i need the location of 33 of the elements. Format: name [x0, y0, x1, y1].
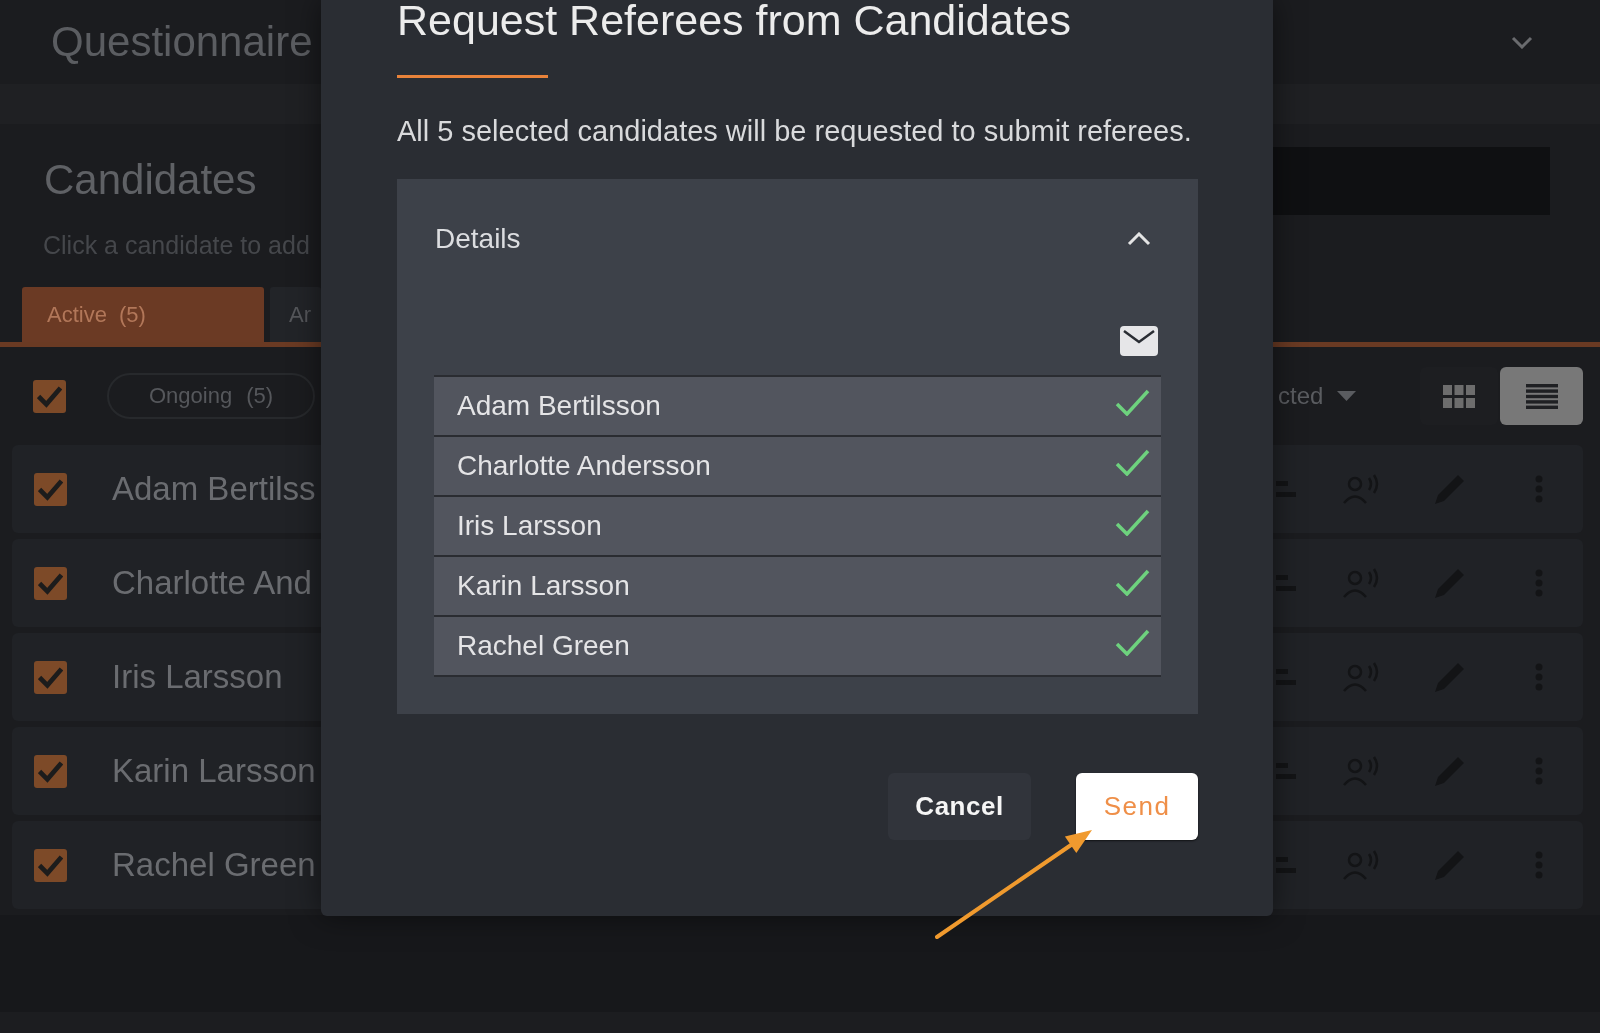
row-checkbox[interactable] — [34, 566, 67, 600]
candidate-name: Rachel Green — [112, 846, 316, 884]
search-field[interactable] — [1273, 147, 1550, 215]
list-icon — [1525, 383, 1558, 409]
page-title: Questionnaire — [50, 18, 314, 66]
recipient-name: Charlotte Andersson — [457, 450, 711, 482]
row-checkbox[interactable] — [34, 848, 67, 882]
tab[interactable]: Active (5) — [22, 287, 264, 342]
select-all-checkbox[interactable] — [33, 379, 66, 413]
candidate-name: Adam Bertilss — [112, 470, 316, 508]
filter-chip[interactable]: Ongoing (5) — [107, 373, 315, 419]
dialog-message: All 5 selected candidates will be requested to submit referees. — [397, 114, 1193, 148]
dialog-title: Request Referees from Candidates — [397, 0, 1073, 42]
row-checkbox[interactable] — [34, 660, 67, 694]
sort-dropdown[interactable]: cted — [1278, 382, 1357, 410]
recipient-name: Iris Larsson — [457, 510, 602, 542]
section-title: Candidates — [44, 157, 258, 203]
send-button[interactable]: Send — [1076, 773, 1198, 840]
cancel-button[interactable]: Cancel — [888, 773, 1031, 840]
row-checkbox[interactable] — [34, 754, 67, 788]
row-checkbox[interactable] — [34, 472, 67, 506]
details-toggle[interactable]: Details — [434, 219, 1161, 259]
list-view-button[interactable] — [1500, 367, 1583, 425]
recipient-name: Rachel Green — [457, 630, 630, 662]
recipient-name: Karin Larsson — [457, 570, 630, 602]
caret-icon — [1337, 391, 1357, 401]
grid-icon — [1443, 384, 1475, 408]
envelope-icon — [1120, 326, 1158, 356]
candidate-name: Iris Larsson — [112, 658, 283, 696]
candidate-name: Karin Larsson — [112, 752, 316, 790]
recipient-name: Adam Bertilsson — [457, 390, 661, 422]
chevron-down-icon[interactable] — [1511, 35, 1533, 49]
candidate-name: Charlotte And — [112, 564, 312, 602]
